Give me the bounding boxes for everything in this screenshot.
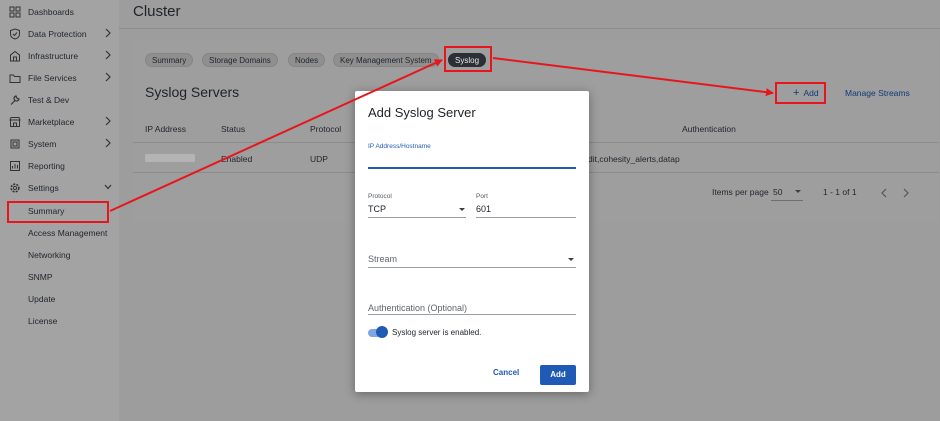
annotation-box-add — [775, 82, 826, 104]
chevron-right-icon — [105, 72, 111, 82]
sidebar-item-label: Data Protection — [28, 29, 87, 39]
divider — [119, 28, 940, 29]
chevron-right-icon — [105, 28, 111, 38]
store-icon — [9, 117, 21, 127]
chevron-right-icon — [105, 50, 111, 60]
tab-summary[interactable]: Summary — [145, 53, 194, 67]
column-header-authentication[interactable]: Authentication — [682, 124, 736, 134]
manage-streams-link[interactable]: Manage Streams — [845, 88, 910, 98]
sidebar-item-label: File Services — [28, 73, 77, 83]
toggle-label: Syslog server is enabled. — [392, 328, 482, 337]
sidebar-item-infrastructure[interactable]: Infrastructure — [0, 46, 119, 66]
column-header-ip[interactable]: IP Address — [145, 124, 186, 134]
protocol-select[interactable]: TCP — [368, 204, 386, 214]
sidebar-item-reporting[interactable]: Reporting — [0, 156, 119, 176]
dropdown-caret-icon — [795, 190, 801, 193]
cancel-button[interactable]: Cancel — [493, 368, 519, 377]
column-header-protocol[interactable]: Protocol — [310, 124, 341, 134]
sidebar-item-label: Settings — [28, 183, 59, 193]
divider — [771, 200, 803, 201]
column-header-status[interactable]: Status — [221, 124, 245, 134]
dashboard-icon — [9, 6, 21, 18]
annotation-box-summary — [7, 201, 109, 223]
gear-icon — [10, 183, 20, 193]
chevron-down-icon — [104, 184, 112, 190]
field-underline — [368, 217, 466, 218]
add-syslog-server-dialog: Add Syslog Server IP Address/Hostname Pr… — [355, 91, 589, 392]
sidebar-item-label: Marketplace — [28, 117, 75, 127]
sidebar-item-file-services[interactable]: File Services — [0, 68, 119, 88]
field-underline — [476, 217, 576, 218]
folder-icon — [9, 74, 21, 83]
items-per-page-label: Items per page — [712, 187, 769, 197]
sidebar-item-marketplace[interactable]: Marketplace — [0, 112, 119, 132]
field-underline — [368, 167, 576, 169]
stream-select[interactable]: Stream — [368, 254, 397, 264]
tab-nodes[interactable]: Nodes — [288, 53, 326, 67]
protocol-field-label: Protocol — [368, 193, 392, 200]
wrench-icon — [10, 95, 20, 105]
sidebar-subitem-access-management[interactable]: Access Management — [28, 228, 107, 242]
port-field-label: Port — [476, 193, 488, 200]
ip-field-label: IP Address/Hostname — [368, 143, 431, 150]
sidebar-item-label: Dashboards — [28, 7, 74, 17]
report-icon — [10, 161, 20, 171]
sidebar-item-dashboards[interactable]: Dashboards — [0, 2, 119, 22]
ip-hostname-input[interactable] — [368, 151, 576, 167]
cell-protocol: UDP — [310, 154, 328, 164]
sidebar-item-system[interactable]: System — [0, 134, 119, 154]
system-icon — [10, 139, 20, 149]
dialog-title: Add Syslog Server — [368, 105, 476, 120]
sidebar-item-test-dev[interactable]: Test & Dev — [0, 90, 119, 110]
sidebar-item-label: Test & Dev — [28, 95, 70, 105]
cell-status: Enabled — [221, 154, 253, 164]
sidebar-item-label: System — [28, 139, 57, 149]
sidebar-subitem-update[interactable]: Update — [28, 294, 55, 308]
sidebar-subitem-snmp[interactable]: SNMP — [28, 272, 53, 286]
sidebar-item-label: Reporting — [28, 161, 65, 171]
sidebar-item-settings[interactable]: Settings — [0, 178, 119, 198]
dropdown-caret-icon — [459, 208, 465, 211]
chevron-right-icon[interactable] — [901, 187, 911, 199]
field-underline — [368, 267, 576, 268]
chevron-left-icon[interactable] — [879, 187, 889, 199]
authentication-select[interactable]: Authentication (Optional) — [368, 303, 467, 313]
chevron-right-icon — [105, 116, 111, 126]
dropdown-caret-icon — [568, 258, 574, 261]
ip-redacted — [145, 154, 195, 162]
chevron-right-icon — [105, 138, 111, 148]
sidebar-item-label: Infrastructure — [28, 51, 79, 61]
infrastructure-icon — [10, 50, 20, 62]
sidebar-item-data-protection[interactable]: Data Protection — [0, 24, 119, 44]
page-title: Cluster — [133, 3, 181, 20]
sidebar-subitem-networking[interactable]: Networking — [28, 250, 71, 264]
sidebar-subitem-license[interactable]: License — [28, 316, 57, 330]
port-input[interactable]: 601 — [476, 204, 491, 214]
shield-icon — [10, 28, 20, 40]
items-per-page-select[interactable]: 50 — [773, 187, 782, 197]
section-title: Syslog Servers — [145, 84, 240, 100]
annotation-box-syslog — [444, 46, 492, 72]
pager-range: 1 - 1 of 1 — [823, 187, 857, 197]
tab-key-management-system[interactable]: Key Management System — [333, 53, 439, 67]
tab-storage-domains[interactable]: Storage Domains — [202, 53, 278, 67]
add-button[interactable]: Add — [540, 365, 576, 385]
toggle-thumb — [376, 326, 388, 338]
field-underline — [368, 314, 576, 315]
cell-streams: dit,cohesity_alerts,datap — [588, 154, 680, 164]
